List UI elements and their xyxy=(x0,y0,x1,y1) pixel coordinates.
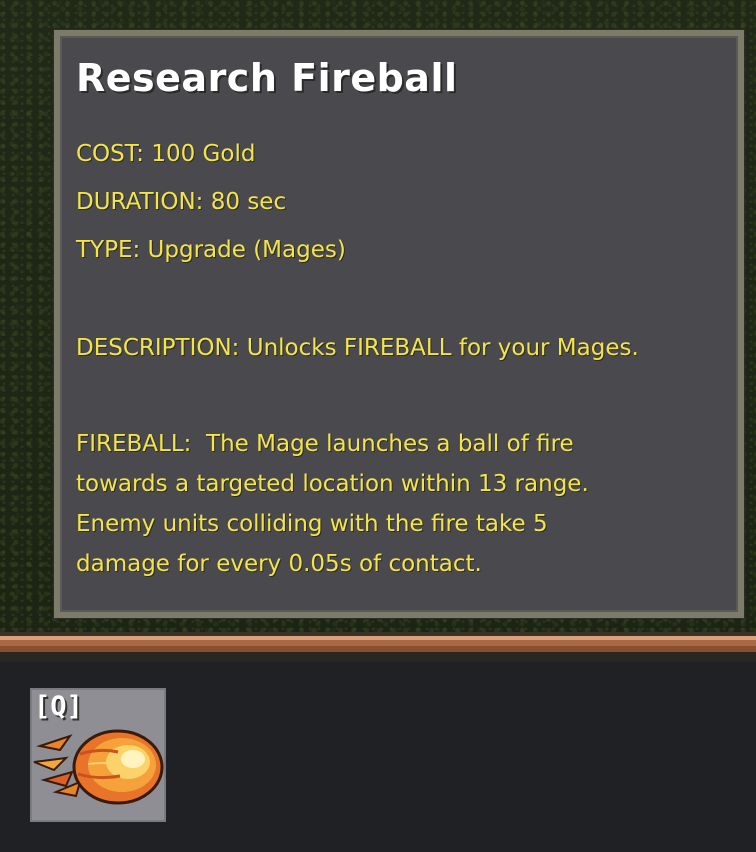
fireball-desc-line: damage for every 0.05s of contact. xyxy=(76,551,482,577)
cost-text: COST: 100 Gold xyxy=(76,141,256,167)
action-panel-border xyxy=(0,632,756,662)
description-text: DESCRIPTION: Unlocks FIREBALL for your M… xyxy=(76,335,639,361)
hotkey-label: [Q] xyxy=(34,691,83,722)
action-panel: [Q] xyxy=(0,662,756,852)
tooltip-title: Research Fireball xyxy=(76,56,458,100)
fireball-desc-line: FIREBALL: The Mage launches a ball of fi… xyxy=(76,431,574,457)
research-tooltip: Research Fireball COST: 100 Gold DURATIO… xyxy=(54,30,744,618)
type-text: TYPE: Upgrade (Mages) xyxy=(76,237,346,263)
fireball-ability-description: FIREBALL: The Mage launches a ball of fi… xyxy=(76,424,589,584)
fireball-desc-line: Enemy units colliding with the fire take… xyxy=(76,511,548,537)
fireball-desc-line: towards a targeted location within 13 ra… xyxy=(76,471,589,497)
duration-text: DURATION: 80 sec xyxy=(76,189,287,215)
research-fireball-button[interactable]: [Q] xyxy=(30,688,166,822)
